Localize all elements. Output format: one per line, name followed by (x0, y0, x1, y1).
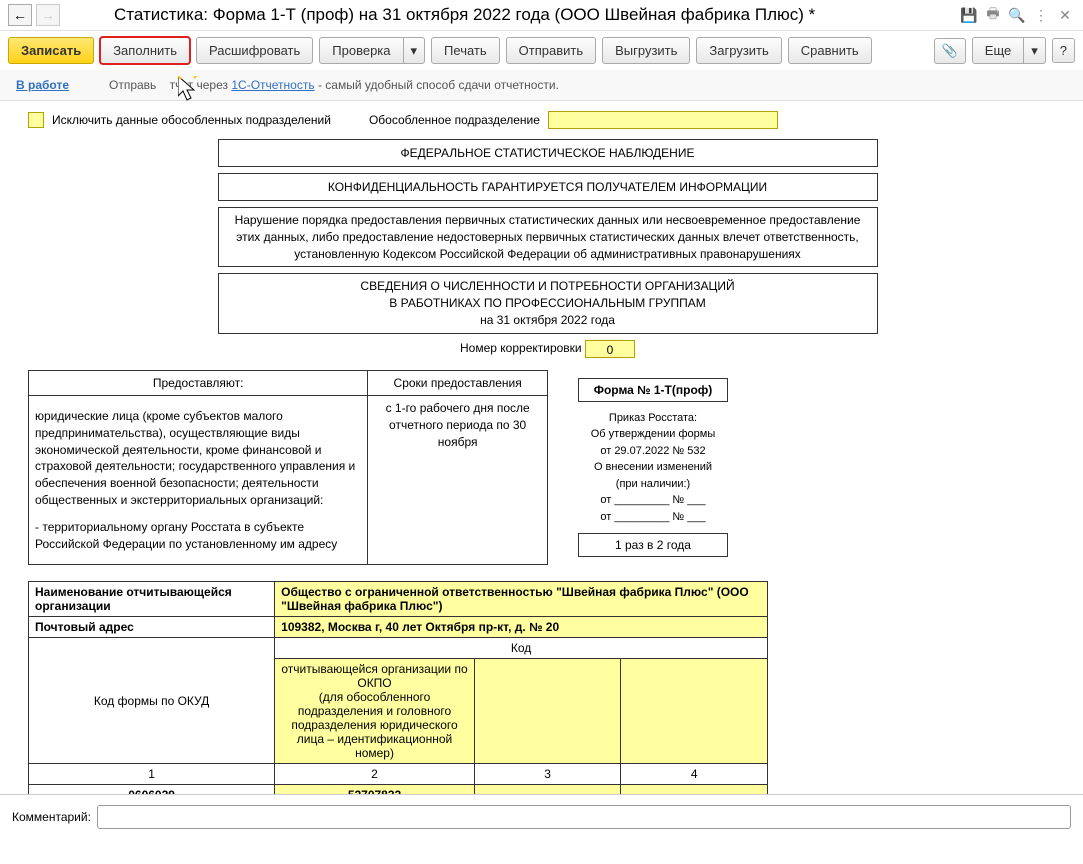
comment-label: Комментарий: (12, 810, 91, 824)
save-button[interactable]: Записать (8, 37, 94, 64)
submitters-text: юридические лица (кроме субъектов малого… (29, 396, 368, 565)
more-dropdown[interactable]: ▾ (1023, 37, 1046, 64)
nav-forward-button[interactable]: → (36, 4, 60, 26)
window-title: Статистика: Форма 1-Т (проф) на 31 октяб… (64, 5, 955, 25)
code-cell-3[interactable] (474, 659, 621, 764)
col-1: 1 (29, 764, 275, 785)
submitters-header: Предоставляют: (29, 370, 368, 395)
compare-button[interactable]: Сравнить (788, 37, 872, 64)
okpo-value[interactable]: 52707832 (275, 785, 475, 794)
deadlines-header: Сроки предоставления (368, 370, 548, 395)
subunit-input[interactable] (548, 111, 778, 129)
exclude-label: Исключить данные обособленных подразделе… (52, 113, 331, 127)
print-icon[interactable]: 🖶 (983, 5, 1003, 25)
correction-input[interactable]: 0 (585, 340, 635, 358)
help-button[interactable]: ? (1052, 38, 1075, 63)
org-name-label: Наименование отчитывающейся организации (29, 582, 275, 617)
correction-label: Номер корректировки (460, 341, 582, 355)
form-content: Исключить данные обособленных подразделе… (0, 101, 1083, 794)
block-confidential: КОНФИДЕНЦИАЛЬНОСТЬ ГАРАНТИРУЕТСЯ ПОЛУЧАТ… (218, 173, 878, 201)
val-4[interactable] (621, 785, 768, 794)
more-icon[interactable]: ⋮ (1031, 5, 1051, 25)
organization-table: Наименование отчитывающейся организации … (28, 581, 768, 794)
preview-icon[interactable]: 🔍 (1007, 5, 1027, 25)
okud-label: Код формы по ОКУД (29, 638, 275, 764)
okud-value: 0606029 (29, 785, 275, 794)
info-text: Отправь тчет через 1С-Отчетность - самый… (109, 78, 559, 92)
order-info: Приказ Росстата: Об утверждении формы от… (578, 410, 728, 526)
col-4: 4 (621, 764, 768, 785)
check-button[interactable]: Проверка (319, 37, 402, 64)
send-button[interactable]: Отправить (506, 37, 596, 64)
export-button[interactable]: Выгрузить (602, 37, 690, 64)
import-button[interactable]: Загрузить (696, 37, 781, 64)
close-icon[interactable]: ✕ (1055, 5, 1075, 25)
addr-label: Почтовый адрес (29, 617, 275, 638)
fill-button[interactable]: Заполнить (100, 37, 190, 64)
frequency: 1 раз в 2 года (578, 533, 728, 557)
nav-back-button[interactable]: ← (8, 4, 32, 26)
col-2: 2 (275, 764, 475, 785)
more-button[interactable]: Еще (972, 37, 1023, 64)
org-name-value[interactable]: Общество с ограниченной ответственностью… (275, 582, 768, 617)
attach-button[interactable]: 📎 (934, 38, 966, 64)
info-link[interactable]: 1С-Отчетность (231, 78, 314, 92)
block-title: СВЕДЕНИЯ О ЧИСЛЕННОСТИ И ПОТРЕБНОСТИ ОРГ… (218, 273, 878, 333)
deadlines-text: с 1-го рабочего дня после отчетного пери… (368, 396, 548, 565)
decrypt-button[interactable]: Расшифровать (196, 37, 313, 64)
addr-value[interactable]: 109382, Москва г, 40 лет Октября пр-кт, … (275, 617, 768, 638)
val-3[interactable] (474, 785, 621, 794)
print-button[interactable]: Печать (431, 37, 500, 64)
comment-input[interactable] (97, 805, 1071, 829)
code-cell-4[interactable] (621, 659, 768, 764)
okpo-sub-label: отчитывающейся организации по ОКПО (для … (275, 659, 475, 764)
subunit-label: Обособленное подразделение (369, 113, 540, 127)
save-icon[interactable]: 💾 (959, 5, 979, 25)
col-3: 3 (474, 764, 621, 785)
block-federal: ФЕДЕРАЛЬНОЕ СТАТИСТИЧЕСКОЕ НАБЛЮДЕНИЕ (218, 139, 878, 167)
check-dropdown[interactable]: ▾ (403, 37, 426, 64)
form-name: Форма № 1-Т(проф) (578, 378, 728, 402)
code-header: Код (275, 638, 768, 659)
exclude-checkbox[interactable] (28, 112, 44, 128)
status-link[interactable]: В работе (16, 78, 69, 92)
block-warning: Нарушение порядка предоставления первичн… (218, 207, 878, 267)
